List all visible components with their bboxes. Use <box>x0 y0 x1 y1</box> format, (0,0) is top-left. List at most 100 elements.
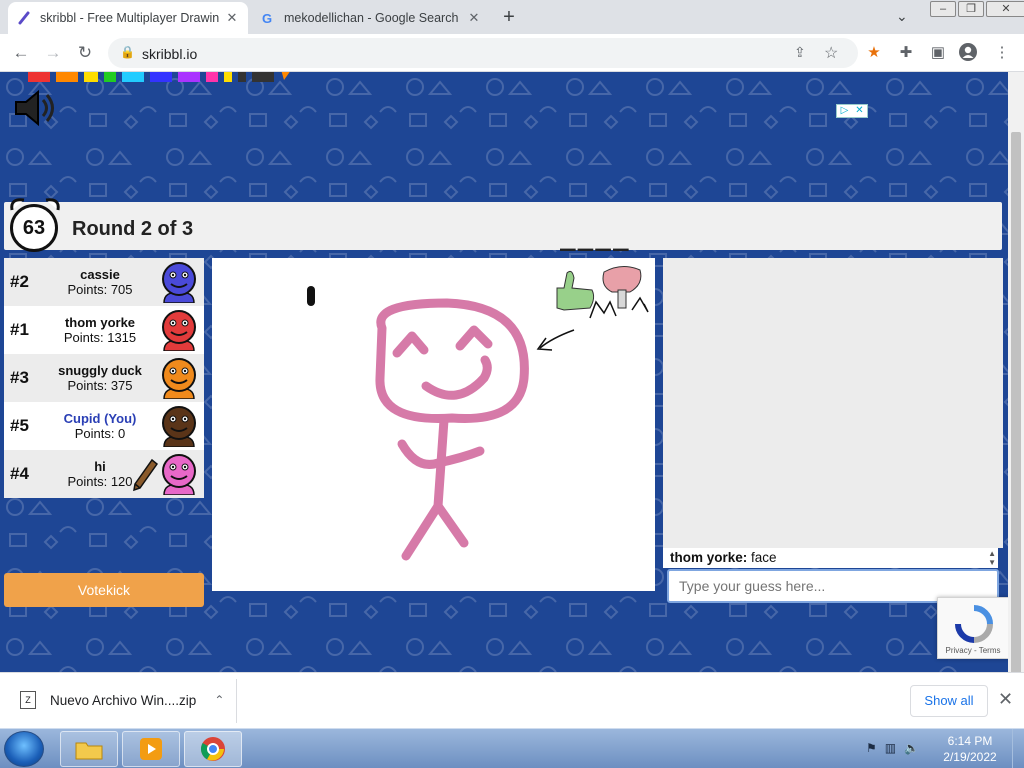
player-points: Points: 0 <box>74 426 126 441</box>
browser-toolbar: ← → ↻ 🔒 skribbl.io ⇪ ☆ ★ ✚ ▣ ⋮ <box>0 34 1024 72</box>
player-points: Points: 705 <box>67 282 133 297</box>
bookmark-star-icon[interactable]: ☆ <box>824 43 838 63</box>
player-points: Points: 1315 <box>63 330 137 345</box>
url-text: skribbl.io <box>142 46 198 62</box>
browser-tab-strip: skribbl - Free Multiplayer Drawin ✕ G me… <box>0 0 1024 34</box>
chat-panel <box>663 258 1003 548</box>
tab-search-chevron-icon[interactable]: ⌄ <box>896 8 908 25</box>
close-window-button[interactable]: ✕ <box>986 1 1024 17</box>
player-rank: #2 <box>10 272 29 291</box>
windows-start-button[interactable] <box>4 731 44 767</box>
ad-close-icon[interactable]: ✕ <box>852 105 867 117</box>
chrome-taskbar-button[interactable] <box>184 731 242 767</box>
address-bar[interactable]: 🔒 skribbl.io ⇪ ☆ <box>108 38 858 68</box>
download-bar: Z Nuevo Archivo Win....zip ⌃ Show all ✕ <box>0 672 1024 728</box>
player-row[interactable]: #2 cassie Points: 705 <box>4 258 204 306</box>
extension-star-icon[interactable]: ★ <box>864 43 884 63</box>
player-name: cassie <box>80 267 120 282</box>
windows-taskbar: ⚑ ▥ 🔈 6:14 PM 2/19/2022 <box>0 728 1024 768</box>
player-name: thom yorke <box>64 315 136 330</box>
side-panel-icon[interactable]: ▣ <box>928 43 948 63</box>
back-arrow-icon[interactable]: ← <box>10 42 32 64</box>
google-favicon-icon: G <box>260 10 276 26</box>
word-hint: ____ <box>560 222 631 252</box>
close-tab-icon[interactable]: ✕ <box>466 10 482 26</box>
player-info: thom yorke Points: 1315 <box>40 315 160 345</box>
chat-text: face <box>747 550 777 565</box>
player-list: #2 cassie Points: 705 #1 thom yorke Points: 1… <box>4 258 204 498</box>
new-tab-button[interactable]: + <box>498 6 520 28</box>
svg-text:G: G <box>262 11 272 25</box>
extensions-puzzle-icon[interactable]: ✚ <box>896 43 916 63</box>
player-rank: #4 <box>10 464 29 483</box>
player-row[interactable]: #1 thom yorke Points: 1315 <box>4 306 204 354</box>
page-scrollbar[interactable] <box>1008 72 1024 722</box>
player-avatar-icon <box>162 454 196 495</box>
player-points: Points: 375 <box>67 378 133 393</box>
recaptcha-badge[interactable]: Privacy - Terms <box>937 597 1008 659</box>
close-icon[interactable]: ✕ <box>998 689 1013 710</box>
skribbl-logo <box>28 72 298 106</box>
download-item[interactable]: Z Nuevo Archivo Win....zip ⌃ <box>20 691 224 709</box>
window-controls: – ❐ ✕ <box>928 1 1024 17</box>
network-icon[interactable]: ▥ <box>885 741 896 755</box>
menu-kebab-icon[interactable]: ⋮ <box>992 43 1012 63</box>
show-all-button[interactable]: Show all <box>910 685 988 717</box>
show-desktop-button[interactable] <box>1012 729 1024 768</box>
scrollbar-thumb[interactable] <box>1011 132 1021 722</box>
minimize-button[interactable]: – <box>930 1 956 17</box>
close-tab-icon[interactable]: ✕ <box>224 10 240 26</box>
chat-author: thom yorke: <box>670 550 748 565</box>
chrome-icon <box>200 737 225 761</box>
speaker-icon[interactable] <box>12 88 56 128</box>
timer: 63 <box>10 204 58 252</box>
recaptcha-terms[interactable]: Privacy - Terms <box>938 646 1008 655</box>
media-player-taskbar-button[interactable] <box>122 731 180 767</box>
round-indicator: Round 2 of 3 <box>72 218 194 240</box>
volume-icon[interactable]: 🔈 <box>904 741 919 755</box>
chevron-up-icon[interactable]: ⌃ <box>214 693 224 707</box>
folder-icon <box>75 742 103 760</box>
tab-title: skribbl - Free Multiplayer Drawin <box>40 11 220 25</box>
player-rank: #1 <box>10 320 29 339</box>
player-avatar-icon <box>162 358 196 399</box>
zip-file-icon: Z <box>20 691 36 709</box>
clock-time: 6:14 PM <box>947 734 993 748</box>
divider <box>236 679 237 723</box>
reload-icon[interactable]: ↻ <box>74 42 96 64</box>
player-rank: #3 <box>10 368 29 387</box>
media-player-icon <box>140 738 162 760</box>
player-info: Cupid (You) Points: 0 <box>40 411 160 441</box>
player-info: cassie Points: 705 <box>40 267 160 297</box>
taskbar-clock[interactable]: 6:14 PM 2/19/2022 <box>940 733 1000 765</box>
file-explorer-taskbar-button[interactable] <box>60 731 118 767</box>
drawing-canvas[interactable] <box>212 258 655 591</box>
player-avatar-icon <box>162 310 196 351</box>
chat-message: thom yorke: face ▲ ▼ <box>663 548 998 568</box>
player-row[interactable]: #3 snuggly duck Points: 375 <box>4 354 204 402</box>
lock-icon: 🔒 <box>120 45 135 59</box>
player-row[interactable]: #5 Cupid (You) Points: 0 <box>4 402 204 450</box>
download-filename: Nuevo Archivo Win....zip <box>50 692 197 708</box>
tab-skribbl[interactable]: skribbl - Free Multiplayer Drawin ✕ <box>8 2 248 34</box>
player-avatar-icon <box>162 262 196 303</box>
profile-avatar-icon[interactable] <box>958 43 978 63</box>
skribbl-favicon-icon <box>16 10 32 26</box>
ad-choices-badge[interactable]: ▷ ✕ <box>836 104 868 118</box>
action-center-flag-icon[interactable]: ⚑ <box>866 741 877 755</box>
player-avatar-icon <box>162 406 196 447</box>
player-name: snuggly duck <box>58 363 142 378</box>
pencil-drawing-icon <box>133 458 158 492</box>
votekick-button[interactable]: Votekick <box>4 573 204 607</box>
restore-button[interactable]: ❐ <box>958 1 984 17</box>
player-row[interactable]: #4 hi Points: 120 <box>4 450 204 498</box>
share-icon[interactable]: ⇪ <box>794 44 806 61</box>
player-name: Cupid (You) <box>63 411 137 426</box>
chat-scroll-arrows-icon[interactable]: ▲ ▼ <box>988 549 996 567</box>
ad-info-icon[interactable]: ▷ <box>837 105 852 117</box>
forward-arrow-icon[interactable]: → <box>42 42 64 64</box>
tab-google-search[interactable]: G mekodellichan - Google Search ✕ <box>252 2 490 34</box>
player-rank: #5 <box>10 416 29 435</box>
alarm-clock-icon: 63 <box>4 196 66 254</box>
player-info: snuggly duck Points: 375 <box>40 363 160 393</box>
